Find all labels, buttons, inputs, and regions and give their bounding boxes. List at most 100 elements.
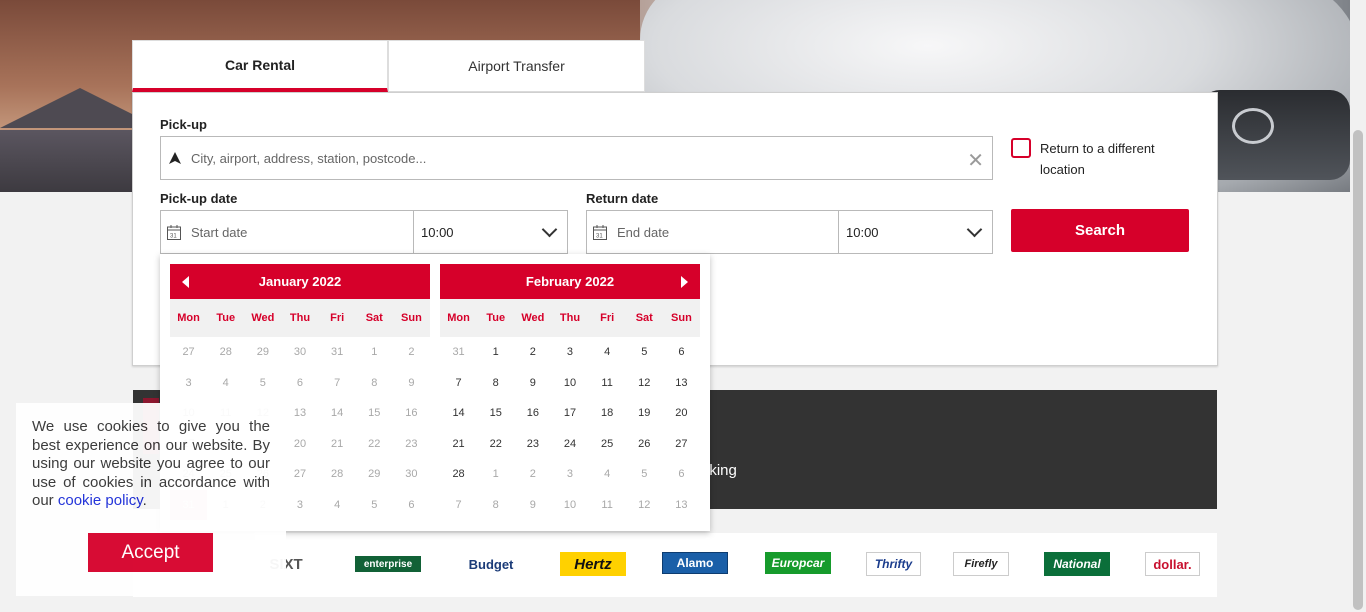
calendar-day: 6: [678, 468, 685, 481]
calendar-day[interactable]: 28: [440, 468, 477, 480]
calendar-day: 8: [492, 498, 499, 511]
calendar-day[interactable]: 26: [626, 438, 663, 450]
calendar-day: 28: [219, 346, 232, 359]
calendar-day: 30: [293, 346, 307, 359]
end-date-placeholder: End date: [617, 224, 670, 240]
cookie-message: We use cookies to give you the best expe…: [32, 418, 270, 511]
calendar-day[interactable]: 6: [663, 346, 700, 358]
calendar-day[interactable]: 5: [626, 346, 663, 358]
calendar-days: 31 1 2 3 4 5 6 7 8 9 10 11 12 13 14 15 1…: [440, 337, 700, 520]
calendar-week: 31 1 2 3 4 5 6: [440, 337, 700, 368]
calendar-day[interactable]: 13: [663, 377, 700, 389]
pickup-location-input[interactable]: City, airport, address, station, postcod…: [160, 136, 993, 180]
calendar-day[interactable]: 12: [626, 377, 663, 389]
brand-logos: SIXT enterprise Budget Hertz Alamo Europ…: [133, 533, 1217, 597]
weekday-label: Thu: [559, 312, 581, 324]
calendar-day[interactable]: 27: [663, 438, 700, 450]
calendar-day: 31: [331, 346, 344, 359]
calendar-day[interactable]: 25: [589, 438, 626, 450]
calendar-day: 6: [408, 498, 415, 511]
calendar-day: 28: [331, 468, 344, 481]
calendar-day[interactable]: 22: [477, 438, 514, 450]
calendar-day[interactable]: 23: [514, 438, 551, 450]
calendar-day[interactable]: 1: [477, 346, 514, 358]
calendar-day[interactable]: 16: [514, 407, 551, 419]
calendar-day: 29: [256, 346, 269, 359]
calendar-day: 22: [368, 437, 381, 450]
calendar-day: 10: [563, 498, 577, 511]
tab-car-rental[interactable]: Car Rental: [132, 40, 388, 92]
return-date-input[interactable]: 31 End date: [586, 210, 839, 254]
calendar-day[interactable]: 4: [589, 346, 626, 358]
car-logo-icon: [1232, 108, 1274, 144]
search-button[interactable]: Search: [1011, 209, 1189, 252]
calendar-day[interactable]: 14: [440, 407, 477, 419]
brand-logo-enterprise: enterprise: [355, 556, 421, 572]
calendar-day: 23: [405, 437, 418, 450]
pickup-date-label: Pick-up date: [160, 191, 238, 206]
calendar-day[interactable]: 17: [551, 407, 588, 419]
calendar-day: 13: [293, 407, 307, 420]
calendar-day[interactable]: 11: [589, 377, 626, 389]
calendar-week: 7 8 9 10 11 12 13: [440, 490, 700, 521]
tab-airport-transfer[interactable]: Airport Transfer: [388, 40, 645, 92]
weekday-label: Fri: [330, 312, 345, 324]
search-tabs: Car Rental Airport Transfer: [132, 40, 645, 92]
pickup-date-input[interactable]: 31 Start date: [160, 210, 414, 254]
brand-logo-alamo: Alamo: [662, 552, 728, 574]
prev-month-icon[interactable]: [182, 276, 189, 288]
calendar-day[interactable]: 15: [477, 407, 514, 419]
calendar-day: 6: [296, 376, 304, 389]
hero-car-grille: [1200, 90, 1350, 180]
calendar-day[interactable]: 20: [663, 407, 700, 419]
weekday-label: Sun: [401, 312, 422, 324]
calendar-day: 16: [405, 407, 418, 420]
calendar-day[interactable]: 9: [514, 377, 551, 389]
calendar-day: 2: [529, 468, 536, 481]
cookie-policy-link[interactable]: cookie policy: [58, 492, 143, 509]
scrollbar-thumb[interactable]: [1353, 130, 1363, 610]
calendar-day: 3: [296, 498, 304, 511]
weekday-label: Wed: [521, 312, 545, 324]
calendar-day[interactable]: 3: [551, 346, 588, 358]
weekday-label: Sat: [635, 312, 653, 324]
brand-logo-hertz: Hertz: [560, 552, 626, 576]
calendar-day: 30: [405, 468, 418, 481]
svg-text:31: 31: [596, 233, 603, 239]
calendar-day: 7: [334, 376, 341, 389]
calendar-day: 27: [182, 346, 195, 359]
calendar-day[interactable]: 18: [589, 407, 626, 419]
page-scrollbar[interactable]: [1350, 0, 1366, 612]
calendar-week: 14 15 16 17 18 19 20: [440, 398, 700, 429]
calendar-day[interactable]: 2: [514, 346, 551, 358]
return-different-checkbox[interactable]: [1011, 138, 1031, 158]
calendar-month-header: February 2022: [440, 264, 700, 299]
next-month-icon[interactable]: [681, 276, 688, 288]
pickup-time-value: 10:00: [421, 224, 454, 240]
calendar-day: 9: [408, 376, 415, 389]
accept-cookies-button[interactable]: Accept: [88, 533, 213, 572]
brand-logo-thrifty: Thrifty: [866, 552, 921, 576]
calendar-day: 14: [331, 407, 344, 420]
calendar-day: 1: [371, 346, 378, 359]
calendar-day: 13: [675, 498, 688, 511]
brand-logo-national: National: [1044, 552, 1110, 576]
calendar-day[interactable]: 19: [626, 407, 663, 419]
weekday-label: Tue: [216, 312, 236, 324]
clear-icon[interactable]: ✕: [967, 148, 984, 173]
calendar-week: 27 28 29 30 31 1 2: [170, 337, 430, 368]
location-arrow-icon: [169, 152, 181, 164]
calendar-day[interactable]: 10: [551, 377, 588, 389]
calendar-day[interactable]: 8: [477, 377, 514, 389]
calendar-day: 21: [331, 437, 344, 450]
calendar-day: 11: [601, 498, 613, 511]
pickup-time-select[interactable]: 10:00: [413, 210, 568, 254]
calendar-day: 1: [492, 468, 499, 481]
calendar-day: 2: [408, 346, 415, 359]
calendar-day[interactable]: 21: [440, 438, 477, 450]
calendar-day[interactable]: 24: [551, 438, 588, 450]
calendar-day[interactable]: 7: [440, 377, 477, 389]
svg-text:31: 31: [170, 233, 177, 239]
cookie-banner: We use cookies to give you the best expe…: [16, 403, 286, 596]
return-time-select[interactable]: 10:00: [838, 210, 993, 254]
